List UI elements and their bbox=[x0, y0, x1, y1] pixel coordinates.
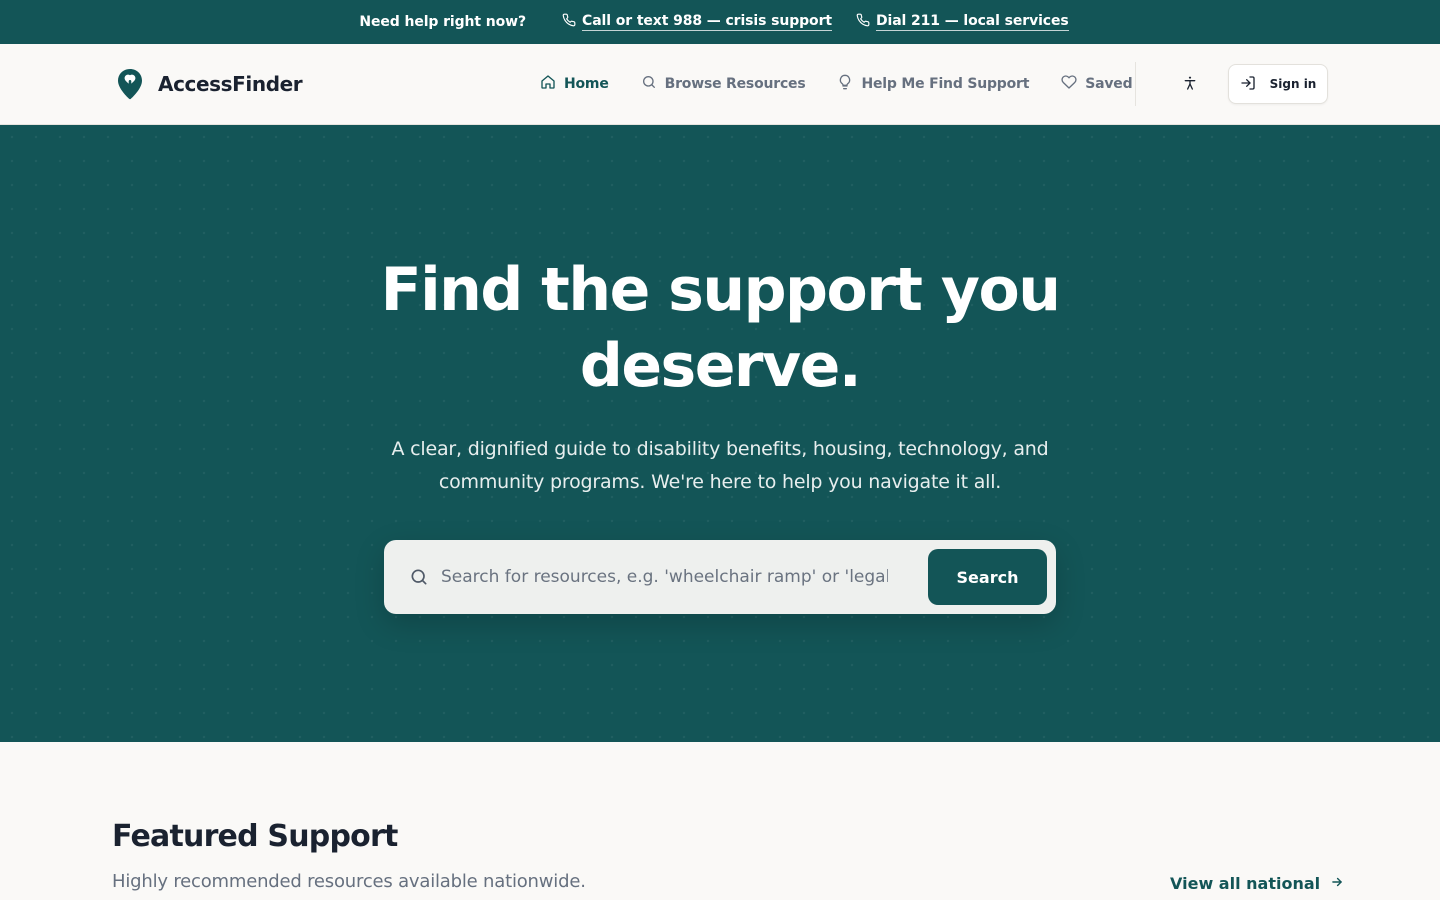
home-icon bbox=[540, 74, 556, 94]
search-icon bbox=[409, 567, 429, 587]
search-button[interactable]: Search bbox=[928, 549, 1047, 605]
phone-icon bbox=[856, 13, 870, 31]
featured-title: Featured Support bbox=[112, 819, 398, 854]
site-header: AccessFinder Home Browse Resources Help … bbox=[0, 44, 1440, 125]
hero-title: Find the support you deserve. bbox=[320, 252, 1120, 404]
nav-item-browse-resources-label: Browse Resources bbox=[664, 76, 806, 92]
accessibility-icon bbox=[1182, 75, 1198, 94]
search-icon bbox=[641, 74, 657, 94]
nav-item-saved[interactable]: Saved bbox=[1061, 74, 1133, 94]
accessibility-button[interactable] bbox=[1176, 70, 1204, 98]
hero-title-line2: deserve. bbox=[579, 331, 862, 401]
nav-item-browse-resources[interactable]: Browse Resources bbox=[641, 74, 806, 94]
sign-in-label: Sign in bbox=[1269, 77, 1317, 91]
nav-item-help-me-find-support[interactable]: Help Me Find Support bbox=[837, 74, 1029, 94]
crisis-prompt: Need help right now? bbox=[359, 14, 527, 30]
hero-subtitle-line1: A clear, dignified guide to disability b… bbox=[391, 438, 1049, 460]
hero-subtitle-line2: community programs. We're here to help y… bbox=[438, 471, 1002, 493]
crisis-link-211[interactable]: Dial 211 — local services bbox=[856, 13, 1069, 31]
view-all-label: View all national bbox=[1170, 874, 1321, 893]
phone-icon bbox=[562, 13, 576, 31]
map-pin-logo-icon bbox=[116, 68, 144, 100]
crisis-bar: Need help right now? Call or text 988 — … bbox=[0, 0, 1440, 44]
main-nav: Home Browse Resources Help Me Find Suppo… bbox=[540, 44, 1164, 124]
brand-name: AccessFinder bbox=[158, 72, 303, 96]
featured-subtitle: Highly recommended resources available n… bbox=[112, 871, 586, 892]
nav-item-help-me-find-support-label: Help Me Find Support bbox=[861, 76, 1030, 92]
hero-subtitle: A clear, dignified guide to disability b… bbox=[370, 433, 1070, 499]
sign-in-icon bbox=[1240, 75, 1256, 94]
hero-section: Find the support you deserve. A clear, d… bbox=[0, 125, 1440, 742]
crisis-link-988-label: Call or text 988 — crisis support bbox=[582, 13, 832, 31]
hero-search-box: Search bbox=[384, 540, 1056, 614]
nav-item-home-label: Home bbox=[564, 76, 609, 92]
sign-in-button[interactable]: Sign in bbox=[1228, 64, 1328, 104]
arrow-right-icon bbox=[1330, 874, 1344, 893]
search-input[interactable] bbox=[441, 557, 888, 597]
nav-divider bbox=[1135, 62, 1136, 106]
nav-item-saved-label: Saved bbox=[1085, 76, 1133, 92]
hero-title-line1: Find the support you bbox=[380, 255, 1061, 325]
lightbulb-icon bbox=[837, 74, 853, 94]
heart-icon bbox=[1061, 74, 1077, 94]
crisis-link-211-label: Dial 211 — local services bbox=[875, 13, 1069, 31]
crisis-link-988[interactable]: Call or text 988 — crisis support bbox=[562, 13, 832, 31]
brand-home-link[interactable]: AccessFinder bbox=[116, 68, 303, 100]
nav-item-home[interactable]: Home bbox=[540, 74, 609, 94]
view-all-national-link[interactable]: View all national bbox=[1170, 874, 1344, 893]
